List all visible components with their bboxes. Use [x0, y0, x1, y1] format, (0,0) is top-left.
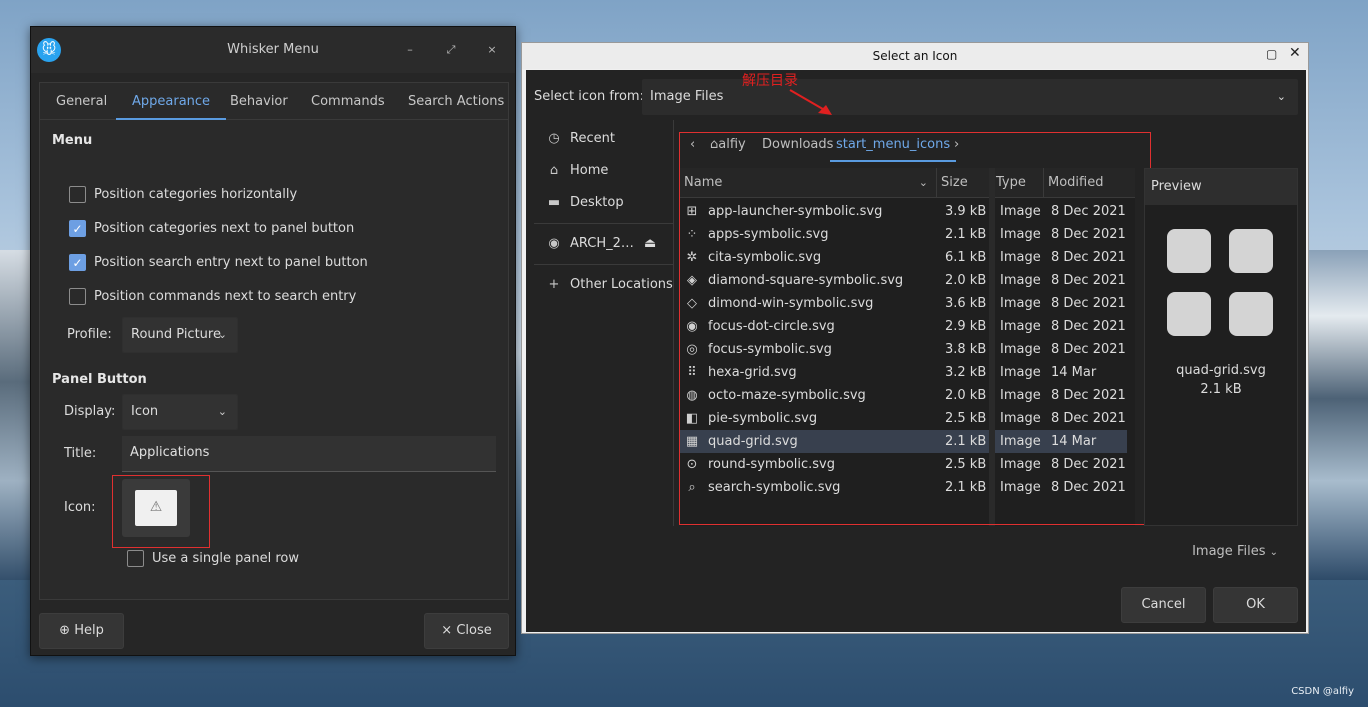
dialog-title: Select an Icon	[872, 49, 958, 63]
dialog-titlebar[interactable]: Select an Icon ▢ ✕	[522, 43, 1308, 69]
file-filter-select[interactable]: Image Files ⌄	[1192, 544, 1278, 559]
place-other-locations[interactable]: + Other Locations	[534, 271, 674, 299]
home-icon: ⌂	[549, 163, 559, 178]
preview-tile	[1167, 229, 1211, 273]
tab-bar: General Appearance Behavior Commands Sea…	[40, 83, 508, 120]
place-recent[interactable]: ◷ Recent	[534, 125, 674, 153]
profile-label: Profile:	[67, 327, 112, 342]
help-icon: ⊕	[59, 623, 71, 638]
icon-label: Icon:	[64, 500, 96, 515]
chevron-down-icon: ⌄	[1269, 547, 1278, 558]
preview-title: Preview	[1145, 169, 1297, 205]
help-label: Help	[74, 623, 104, 638]
display-label: Display:	[64, 404, 116, 419]
clock-icon: ◷	[548, 131, 560, 146]
panel-button-section-title: Panel Button	[52, 372, 147, 387]
filter-label: Image Files	[1192, 544, 1266, 559]
annotation-text: 解压目录	[742, 73, 798, 89]
divider	[534, 223, 674, 224]
source-label: Select icon from:	[534, 89, 644, 104]
title-label: Title:	[64, 446, 97, 461]
annotation-box-files	[679, 132, 1151, 525]
option-label: Position commands next to search entry	[94, 289, 357, 304]
preview-pane: Preview quad-grid.svg 2.1 kB	[1144, 168, 1298, 526]
source-value: Image Files	[650, 89, 724, 104]
folder-icon: ▬	[547, 195, 561, 210]
checkbox-single-panel-row[interactable]	[127, 550, 144, 567]
maximize-icon[interactable]: ⤢	[442, 41, 460, 59]
profile-value: Round Picture	[131, 327, 221, 342]
tab-commands[interactable]: Commands	[311, 83, 385, 120]
cancel-button[interactable]: Cancel	[1121, 587, 1206, 623]
chevron-down-icon: ⌄	[1276, 90, 1286, 103]
eject-icon[interactable]: ⏏	[644, 230, 656, 258]
chevron-down-icon: ⌄	[217, 328, 227, 341]
preview-tile	[1229, 292, 1273, 336]
annotation-arrow	[789, 89, 832, 115]
close-icon: ×	[441, 623, 453, 638]
disc-icon: ◉	[548, 236, 560, 251]
select-icon-dialog: Select an Icon ▢ ✕ Select icon from: Ima…	[521, 42, 1309, 634]
checkbox-categories-next-to-button[interactable]: ✓	[69, 220, 86, 237]
preview-tile	[1229, 229, 1273, 273]
single-row-label: Use a single panel row	[152, 551, 299, 566]
plus-icon: +	[548, 277, 560, 292]
display-value: Icon	[131, 404, 159, 419]
chevron-down-icon: ⌄	[217, 405, 227, 418]
title-input[interactable]: Applications	[122, 436, 496, 472]
tab-search-actions[interactable]: Search Actions	[408, 83, 504, 120]
close-dialog-icon[interactable]: ✕	[1289, 45, 1301, 61]
option-label: Position categories horizontally	[94, 187, 298, 202]
close-window-icon[interactable]: ×	[483, 41, 501, 59]
maximize-icon[interactable]: ▢	[1266, 47, 1277, 61]
titlebar[interactable]: 🐭 Whisker Menu – ⤢ ×	[31, 27, 515, 73]
checkbox-search-next-to-button[interactable]: ✓	[69, 254, 86, 271]
settings-panel: General Appearance Behavior Commands Sea…	[39, 82, 509, 600]
source-select[interactable]: Image Files ⌄	[642, 79, 1298, 115]
checkbox-commands-next-to-search[interactable]	[69, 288, 86, 305]
places-sidebar: ◷ Recent ⌂ Home ▬ Desktop ◉ ARCH_2… ⏏ + Other …	[534, 120, 674, 526]
place-label: ARCH_2…	[570, 236, 634, 251]
profile-select[interactable]: Round Picture ⌄	[122, 317, 238, 353]
place-desktop[interactable]: ▬ Desktop	[534, 189, 674, 217]
option-label: Position search entry next to panel butt…	[94, 255, 368, 270]
tab-appearance[interactable]: Appearance	[116, 83, 227, 120]
place-home[interactable]: ⌂ Home	[534, 157, 674, 185]
close-label: Close	[456, 623, 492, 638]
place-label: Other Locations	[570, 277, 673, 292]
place-label: Home	[570, 163, 609, 178]
place-arch-disc[interactable]: ◉ ARCH_2… ⏏	[534, 230, 674, 258]
display-select[interactable]: Icon ⌄	[122, 394, 238, 430]
minimize-icon[interactable]: –	[401, 41, 419, 59]
tab-general[interactable]: General	[56, 83, 107, 120]
preview-filename: quad-grid.svg	[1176, 363, 1266, 378]
place-label: Recent	[570, 131, 615, 146]
whisker-menu-window: 🐭 Whisker Menu – ⤢ × General Appearance …	[30, 26, 516, 656]
preview-tile	[1167, 292, 1211, 336]
ok-button[interactable]: OK	[1213, 587, 1298, 623]
watermark: CSDN @alfiy	[1291, 686, 1354, 697]
checkbox-categories-horizontal[interactable]	[69, 186, 86, 203]
annotation-box-icon	[112, 475, 210, 548]
option-label: Position categories next to panel button	[94, 221, 355, 236]
wallpaper-mountain-right	[1308, 250, 1368, 580]
place-label: Desktop	[570, 195, 624, 210]
dialog-body: Select icon from: Image Files ⌄ 解压目录 ◷ Re…	[526, 70, 1306, 632]
tab-behavior[interactable]: Behavior	[230, 83, 288, 120]
help-button[interactable]: ⊕ Help	[39, 613, 124, 649]
close-button[interactable]: × Close	[424, 613, 509, 649]
divider	[534, 264, 674, 265]
menu-section-title: Menu	[52, 133, 93, 148]
preview-filesize: 2.1 kB	[1200, 382, 1242, 397]
